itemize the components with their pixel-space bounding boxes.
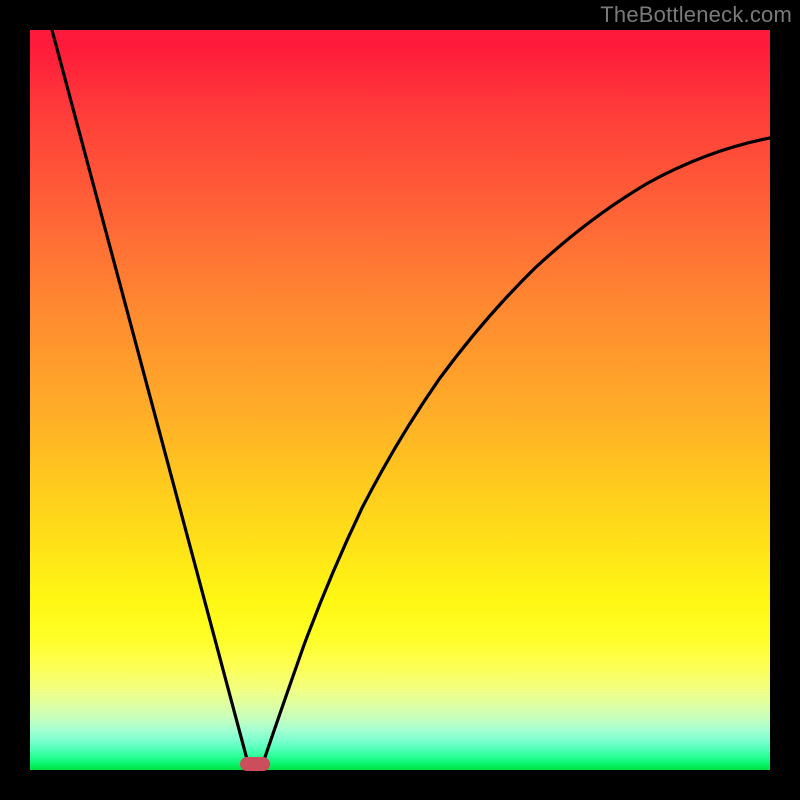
optimal-marker	[240, 757, 270, 771]
plot-area	[30, 30, 770, 770]
chart-frame: TheBottleneck.com	[0, 0, 800, 800]
watermark-text: TheBottleneck.com	[600, 2, 792, 28]
curve-left-branch	[52, 30, 248, 763]
curve-right-branch	[263, 138, 770, 763]
bottleneck-curve	[30, 30, 770, 770]
